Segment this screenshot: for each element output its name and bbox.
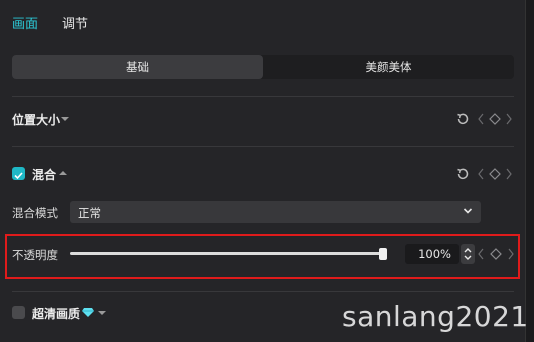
superres-checkbox[interactable]: [12, 306, 25, 319]
caret-down-icon[interactable]: [98, 311, 106, 315]
blend-checkbox[interactable]: [12, 167, 25, 180]
segment-beauty[interactable]: 美颜美体: [263, 55, 514, 79]
keyframe-icon[interactable]: [477, 112, 513, 126]
opacity-slider-thumb[interactable]: [379, 248, 387, 260]
section-superres-title[interactable]: 超清画质: [32, 305, 80, 322]
opacity-input[interactable]: 100%: [405, 244, 459, 264]
blend-mode-select[interactable]: 正常: [70, 201, 481, 223]
segment-basic[interactable]: 基础: [12, 55, 263, 79]
blend-mode-label: 混合模式: [12, 206, 58, 220]
divider: [12, 96, 514, 97]
opacity-slider[interactable]: [70, 252, 384, 255]
blend-controls: [455, 166, 515, 182]
watermark-text: sanlang2021: [342, 300, 529, 333]
caret-up-icon[interactable]: [59, 171, 67, 175]
chevron-down-icon: [463, 208, 473, 214]
adjust-panel: 画面 调节 基础 美颜美体 位置大小 混合 混合模式 正常 不透明度 100% …: [0, 0, 526, 342]
section-blend-title[interactable]: 混合: [32, 166, 56, 183]
opacity-stepper[interactable]: [461, 244, 475, 264]
blend-mode-value: 正常: [78, 206, 101, 220]
divider: [12, 146, 514, 147]
section-position-title[interactable]: 位置大小: [12, 111, 60, 128]
position-controls: [455, 111, 515, 127]
opacity-label: 不透明度: [12, 248, 58, 262]
scrollbar-area: [526, 0, 534, 342]
keyframe-icon[interactable]: [477, 167, 513, 181]
reset-icon[interactable]: [455, 166, 471, 182]
divider: [12, 291, 514, 292]
tab-bar: 画面 调节: [0, 0, 525, 42]
diamond-vip-icon: [82, 308, 94, 317]
opacity-value: 100%: [418, 247, 451, 261]
segment-control: 基础 美颜美体: [12, 55, 514, 79]
keyframe-icon[interactable]: [477, 247, 517, 261]
reset-icon[interactable]: [455, 111, 471, 127]
tab-picture[interactable]: 画面: [12, 13, 38, 32]
tab-adjust[interactable]: 调节: [62, 13, 88, 32]
caret-down-icon[interactable]: [61, 117, 69, 121]
